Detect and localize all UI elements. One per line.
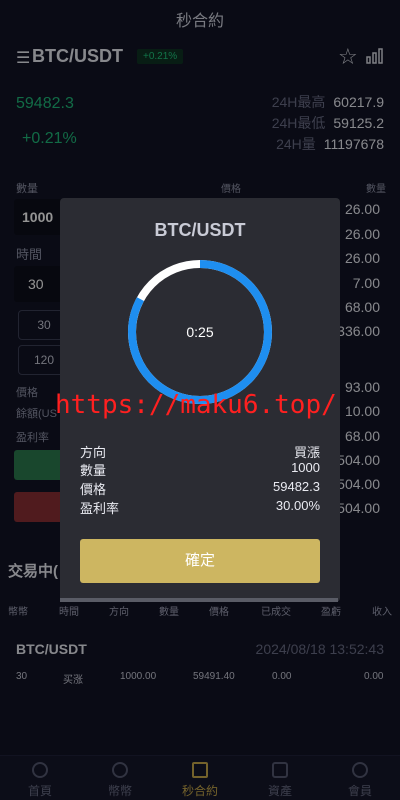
info-profit-rate: 盈利率 30.00% [80, 498, 320, 516]
modal-title: BTC/USDT [154, 220, 246, 240]
countdown-text: 0:25 [186, 324, 214, 340]
info-price: 價格 59482.3 [80, 479, 320, 497]
watermark-url: https://maku6.top/ [55, 390, 337, 420]
modal-scroll-indicator [60, 598, 338, 602]
confirm-button[interactable]: 確定 [80, 539, 320, 583]
info-direction: 方向 買漲 [80, 445, 320, 460]
info-quantity: 數量 1000 [80, 460, 320, 478]
